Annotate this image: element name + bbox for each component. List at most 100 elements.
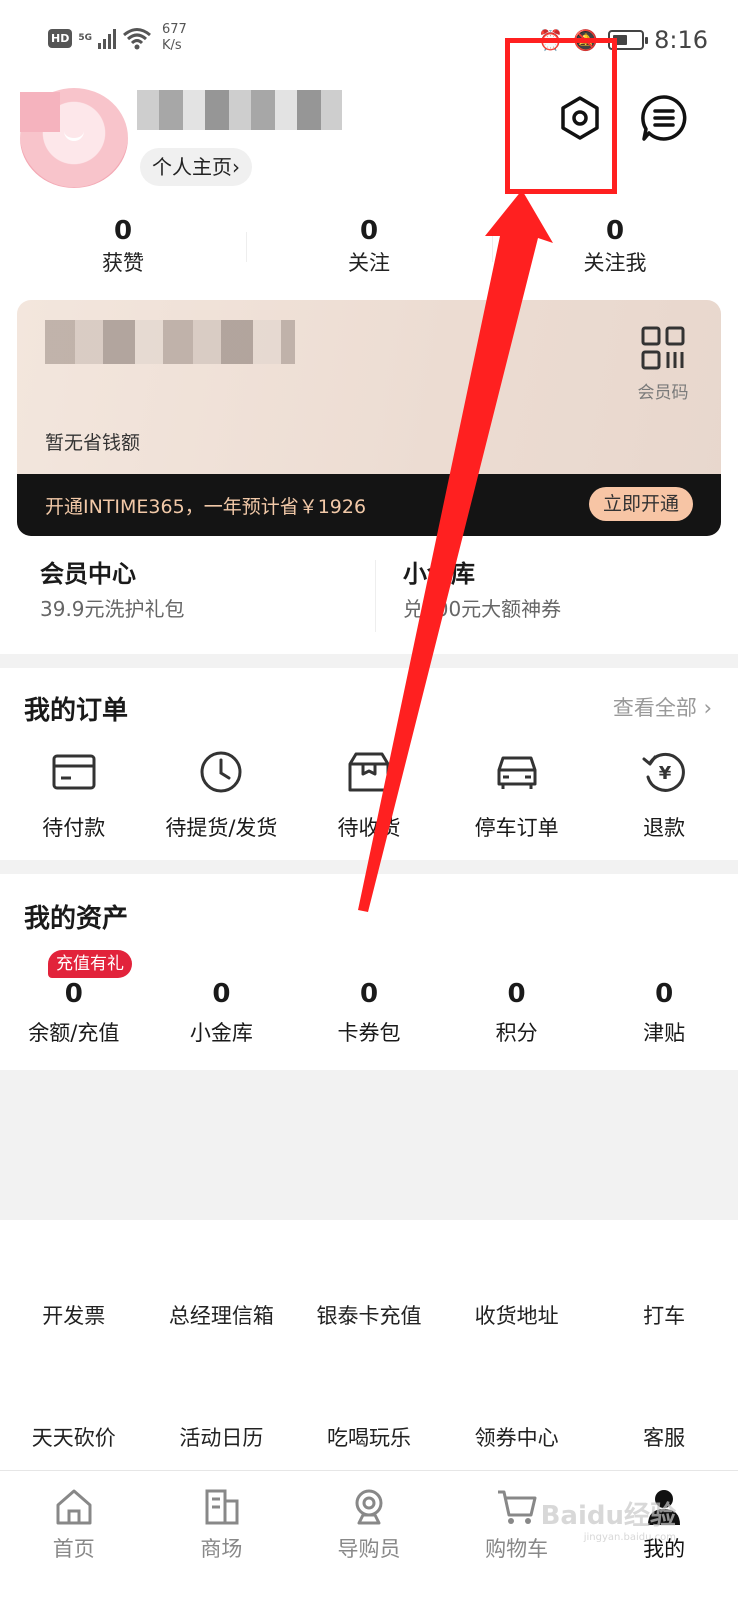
chevron-right-icon: › bbox=[232, 155, 240, 179]
svg-text:¥: ¥ bbox=[659, 763, 672, 784]
clock-icon bbox=[200, 751, 242, 793]
avatar[interactable] bbox=[20, 88, 128, 188]
asset-value: 0 bbox=[655, 979, 674, 1009]
watermark-brand: Baidu经验 bbox=[540, 1501, 676, 1531]
watermark: Baidu经验 jingyan.baidu.com bbox=[541, 1495, 676, 1543]
section-divider bbox=[0, 860, 738, 874]
view-all-label: 查看全部 bbox=[612, 696, 697, 720]
member-qr-button[interactable]: 会员码 bbox=[631, 326, 695, 403]
banner-placeholder bbox=[0, 1070, 738, 1220]
entry-subtitle: 兑300元大额神券 bbox=[403, 597, 562, 621]
savings-text: 暂无省钱额 bbox=[45, 432, 141, 454]
chevron-right-icon: › bbox=[703, 696, 712, 720]
member-center-entry[interactable]: 会员中心 39.9元洗护礼包 bbox=[0, 554, 375, 644]
member-center-row: 会员中心 39.9元洗护礼包 小金库 兑300元大额神券 bbox=[0, 554, 738, 644]
asset-value: 0 bbox=[212, 979, 231, 1009]
service-food-fun[interactable]: 吃喝玩乐 bbox=[295, 1422, 443, 1452]
member-name-blurred bbox=[45, 320, 295, 364]
card-icon bbox=[52, 754, 96, 790]
orders-title: 我的订单 bbox=[24, 696, 129, 726]
stat-label: 关注 bbox=[348, 251, 390, 275]
car-icon bbox=[497, 756, 537, 789]
status-bar: HD 5G 677 K/s ⏰ 🔕 8:16 bbox=[0, 0, 738, 80]
assets-title: 我的资产 bbox=[24, 904, 129, 934]
order-parking[interactable]: 停车订单 bbox=[443, 744, 591, 848]
wifi-icon bbox=[123, 28, 151, 50]
asset-balance[interactable]: 0 余额/充值 bbox=[0, 974, 148, 1052]
entry-title: 小金库 bbox=[403, 560, 475, 588]
service-taxi[interactable]: 打车 bbox=[590, 1300, 738, 1330]
username-blurred bbox=[137, 90, 342, 130]
refund-icon: ¥ bbox=[642, 752, 686, 792]
stat-likes[interactable]: 0 获赞 bbox=[0, 214, 246, 280]
service-bargain[interactable]: 天天砍价 bbox=[0, 1422, 148, 1452]
vault-entry[interactable]: 小金库 兑300元大额神券 bbox=[375, 554, 738, 644]
section-divider bbox=[0, 654, 738, 668]
asset-coupons[interactable]: 0 卡券包 bbox=[295, 974, 443, 1052]
order-label: 退款 bbox=[643, 816, 686, 840]
stat-followers[interactable]: 0 关注我 bbox=[492, 214, 738, 280]
asset-label: 小金库 bbox=[189, 1021, 253, 1045]
speed-unit: K/s bbox=[162, 38, 182, 53]
order-refund[interactable]: ¥ 退款 bbox=[590, 744, 738, 848]
open-membership-button[interactable]: 立即开通 bbox=[588, 487, 693, 521]
service-customer-support[interactable]: 客服 bbox=[590, 1422, 738, 1452]
message-icon bbox=[641, 95, 687, 141]
promo-text: 开通INTIME365，一年预计省￥1926 bbox=[45, 496, 367, 518]
promo-bar[interactable]: 开通INTIME365，一年预计省￥1926 立即开通 bbox=[17, 474, 721, 536]
asset-points[interactable]: 0 积分 bbox=[443, 974, 591, 1052]
order-label: 待提货/发货 bbox=[165, 816, 278, 840]
order-label: 待收货 bbox=[337, 816, 401, 840]
service-address[interactable]: 收货地址 bbox=[443, 1300, 591, 1330]
qr-label: 会员码 bbox=[637, 383, 689, 403]
profile-homepage-label: 个人主页 bbox=[152, 155, 232, 179]
service-invoice[interactable]: 开发票 bbox=[0, 1300, 148, 1330]
stat-value: 0 bbox=[113, 216, 133, 246]
order-label: 待付款 bbox=[42, 816, 106, 840]
watermark-domain: jingyan.baidu.com bbox=[583, 1532, 676, 1543]
home-icon bbox=[56, 1489, 92, 1525]
stat-value: 0 bbox=[359, 216, 379, 246]
profile-homepage-link[interactable]: 个人主页› bbox=[140, 148, 252, 186]
entry-subtitle: 39.9元洗护礼包 bbox=[40, 597, 185, 621]
entry-title: 会员中心 bbox=[40, 560, 136, 588]
asset-label: 余额/充值 bbox=[28, 1021, 120, 1045]
asset-label: 津贴 bbox=[643, 1021, 686, 1045]
network-speed: 677 K/s bbox=[162, 22, 187, 54]
box-icon bbox=[348, 752, 390, 792]
guide-icon bbox=[355, 1489, 383, 1525]
cart-icon bbox=[497, 1490, 537, 1524]
asset-allowance[interactable]: 0 津贴 bbox=[590, 974, 738, 1052]
asset-value: 0 bbox=[64, 979, 83, 1009]
nav-mall[interactable]: 商场 bbox=[148, 1471, 296, 1600]
hd-badge: HD bbox=[48, 28, 73, 48]
stat-value: 0 bbox=[605, 216, 625, 246]
mall-icon bbox=[205, 1489, 239, 1525]
nav-home[interactable]: 首页 bbox=[0, 1471, 148, 1600]
qr-code-icon bbox=[641, 326, 685, 370]
speed-value: 677 bbox=[162, 22, 187, 37]
order-pending-receipt[interactable]: 待收货 bbox=[295, 744, 443, 848]
annotation-highlight-box bbox=[505, 38, 617, 194]
order-pending-pickup[interactable]: 待提货/发货 bbox=[148, 744, 296, 848]
nav-guide[interactable]: 导购员 bbox=[295, 1471, 443, 1600]
nav-label: 首页 bbox=[52, 1537, 95, 1561]
order-label: 停车订单 bbox=[474, 816, 559, 840]
message-button[interactable] bbox=[636, 90, 692, 146]
stat-label: 关注我 bbox=[583, 251, 647, 275]
signal-bars-icon bbox=[98, 27, 116, 49]
order-pending-payment[interactable]: 待付款 bbox=[0, 744, 148, 848]
stat-following[interactable]: 0 关注 bbox=[246, 214, 492, 280]
asset-value: 0 bbox=[359, 979, 379, 1009]
service-events-calendar[interactable]: 活动日历 bbox=[148, 1422, 296, 1452]
member-card[interactable]: 会员码 暂无省钱额 开通INTIME365，一年预计省￥1926 立即开通 bbox=[17, 300, 721, 536]
view-all-orders-link[interactable]: 查看全部 › bbox=[613, 692, 712, 722]
assets-grid: 0 余额/充值 0 小金库 0 卡券包 0 积分 0 津贴 bbox=[0, 974, 738, 1052]
service-gm-mailbox[interactable]: 总经理信箱 bbox=[148, 1300, 296, 1330]
clock-time: 8:16 bbox=[654, 26, 708, 54]
services-row-1: 开发票 总经理信箱 银泰卡充值 收货地址 打车 bbox=[0, 1300, 738, 1330]
service-card-recharge[interactable]: 银泰卡充值 bbox=[295, 1300, 443, 1330]
service-coupon-center[interactable]: 领券中心 bbox=[443, 1422, 591, 1452]
asset-label: 卡券包 bbox=[337, 1021, 401, 1045]
asset-vault[interactable]: 0 小金库 bbox=[148, 974, 296, 1052]
